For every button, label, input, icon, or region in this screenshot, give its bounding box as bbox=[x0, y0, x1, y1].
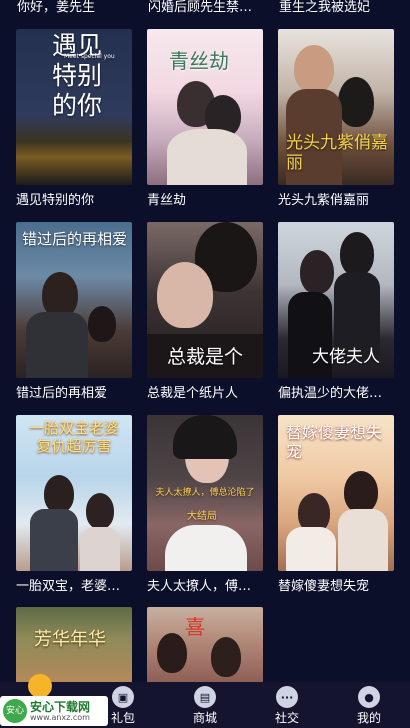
gift-icon: ▣ bbox=[112, 686, 134, 708]
drama-poster[interactable]: 夫人太撩人，傅总沦陷了 大结局 bbox=[147, 415, 263, 571]
poster-title: 遇见特别的你 bbox=[51, 31, 102, 120]
watermark-logo: 安心 安心下载网 www.anxz.com bbox=[0, 696, 108, 726]
drama-title[interactable]: 夫人太撩人，傅… bbox=[147, 579, 265, 595]
drama-card[interactable]: 大佬夫人 bbox=[278, 222, 394, 378]
drama-card[interactable]: 替嫁傻妻想失宠 bbox=[278, 415, 394, 571]
drama-card[interactable]: 光头九紫俏嘉丽 bbox=[278, 29, 394, 185]
nav-label: 商城 bbox=[192, 711, 217, 725]
drama-title[interactable]: 偏执温少的大佬… bbox=[278, 386, 396, 402]
user-icon: ● bbox=[358, 686, 380, 708]
drama-poster[interactable]: 青丝劫 bbox=[147, 29, 263, 185]
drama-card[interactable]: 总裁是个 bbox=[147, 222, 263, 378]
poster-title: 总裁是个 bbox=[167, 346, 244, 368]
poster-title: 光头九紫俏嘉丽 bbox=[286, 133, 388, 173]
nav-item-shop[interactable]: ▤ 商城 bbox=[175, 686, 235, 726]
poster-title: 芳华年华 bbox=[34, 629, 106, 650]
nav-label: 社交 bbox=[274, 711, 299, 725]
drama-card[interactable]: 一胎双宝老婆复仇超厉害 bbox=[16, 415, 132, 571]
drama-poster[interactable]: 总裁是个 bbox=[147, 222, 263, 378]
drama-card[interactable]: 错过后的再相爱 bbox=[16, 222, 132, 378]
drama-title[interactable]: 青丝劫 bbox=[147, 193, 265, 209]
poster-title: 青丝劫 bbox=[169, 49, 229, 73]
drama-title[interactable]: 总裁是个纸片人 bbox=[147, 386, 265, 402]
poster-title: 喜 bbox=[185, 615, 205, 639]
floating-home-button[interactable] bbox=[28, 674, 52, 698]
drama-title[interactable]: 一胎双宝，老婆… bbox=[16, 579, 134, 595]
drama-card[interactable]: 青丝劫 bbox=[147, 29, 263, 185]
drama-poster[interactable]: 大佬夫人 bbox=[278, 222, 394, 378]
drama-poster[interactable]: 光头九紫俏嘉丽 bbox=[278, 29, 394, 185]
poster-title: 一胎双宝老婆复仇超厉害 bbox=[28, 419, 119, 455]
poster-title: 错过后的再相爱 bbox=[22, 230, 128, 248]
drama-title[interactable]: 光头九紫俏嘉丽 bbox=[278, 193, 396, 209]
watermark-url: www.anxz.com bbox=[30, 713, 90, 722]
drama-title[interactable]: 遇见特别的你 bbox=[16, 193, 134, 209]
drama-title[interactable]: 错过后的再相爱 bbox=[16, 386, 134, 402]
drama-card[interactable]: 夫人太撩人，傅总沦陷了 大结局 bbox=[147, 415, 263, 571]
drama-card[interactable]: 芳华年华 bbox=[16, 607, 132, 683]
drama-poster[interactable]: 喜 bbox=[147, 607, 263, 683]
drama-title[interactable]: 替嫁傻妻想失宠 bbox=[278, 579, 396, 595]
heart-logo-icon: 安心 bbox=[3, 699, 27, 723]
poster-title: 大佬夫人 bbox=[312, 347, 380, 367]
poster-subtitle: Meet special you bbox=[64, 53, 115, 60]
drama-poster[interactable]: 错过后的再相爱 bbox=[16, 222, 132, 378]
poster-title: 替嫁傻妻想失宠 bbox=[286, 423, 383, 461]
nav-item-profile[interactable]: ● 我的 bbox=[339, 686, 399, 726]
shop-icon: ▤ bbox=[194, 686, 216, 708]
drama-poster[interactable]: 芳华年华 bbox=[16, 607, 132, 683]
drama-card[interactable]: 喜 bbox=[147, 607, 263, 683]
drama-poster[interactable]: 一胎双宝老婆复仇超厉害 bbox=[16, 415, 132, 571]
drama-poster[interactable]: 替嫁傻妻想失宠 bbox=[278, 415, 394, 571]
poster-subtitle: 大结局 bbox=[187, 511, 217, 522]
nav-label: 我的 bbox=[356, 711, 381, 725]
drama-card[interactable]: 遇见特别的你 Meet special you bbox=[16, 29, 132, 185]
drama-poster[interactable]: 遇见特别的你 Meet special you bbox=[16, 29, 132, 185]
nav-item-social[interactable]: ··· 社交 bbox=[257, 686, 317, 726]
chat-icon: ··· bbox=[276, 686, 298, 708]
drama-grid: 遇见特别的你 Meet special you 遇见特别的你 青丝劫 青丝劫 光… bbox=[0, 0, 410, 728]
poster-title: 夫人太撩人，傅总沦陷了 bbox=[155, 488, 255, 498]
